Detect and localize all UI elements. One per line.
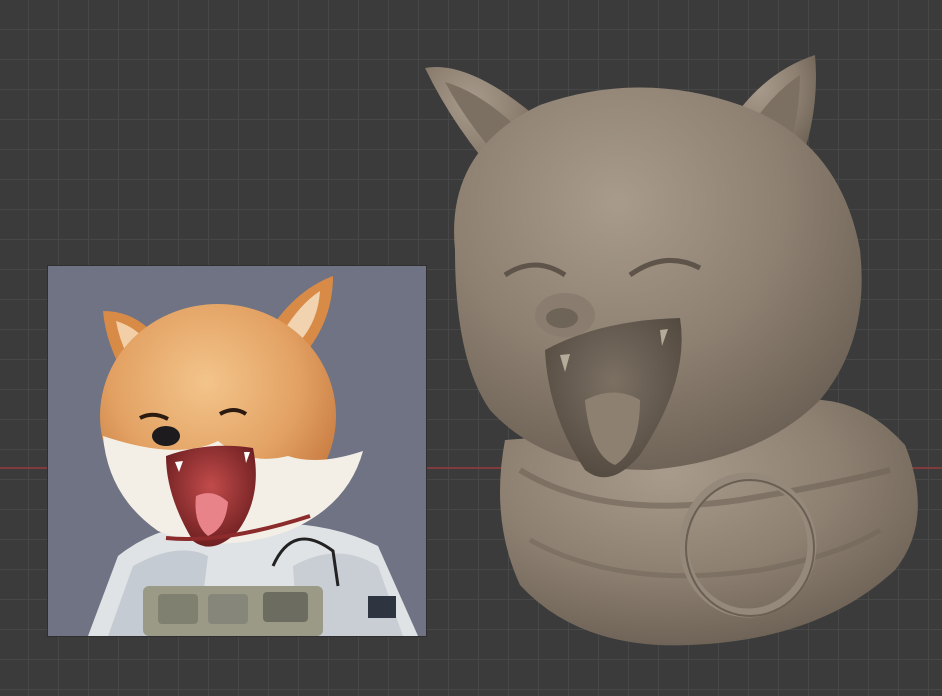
3d-viewport[interactable] [0, 0, 942, 696]
sculpt-model[interactable] [0, 0, 942, 696]
clay-dog-bust[interactable] [0, 0, 942, 696]
